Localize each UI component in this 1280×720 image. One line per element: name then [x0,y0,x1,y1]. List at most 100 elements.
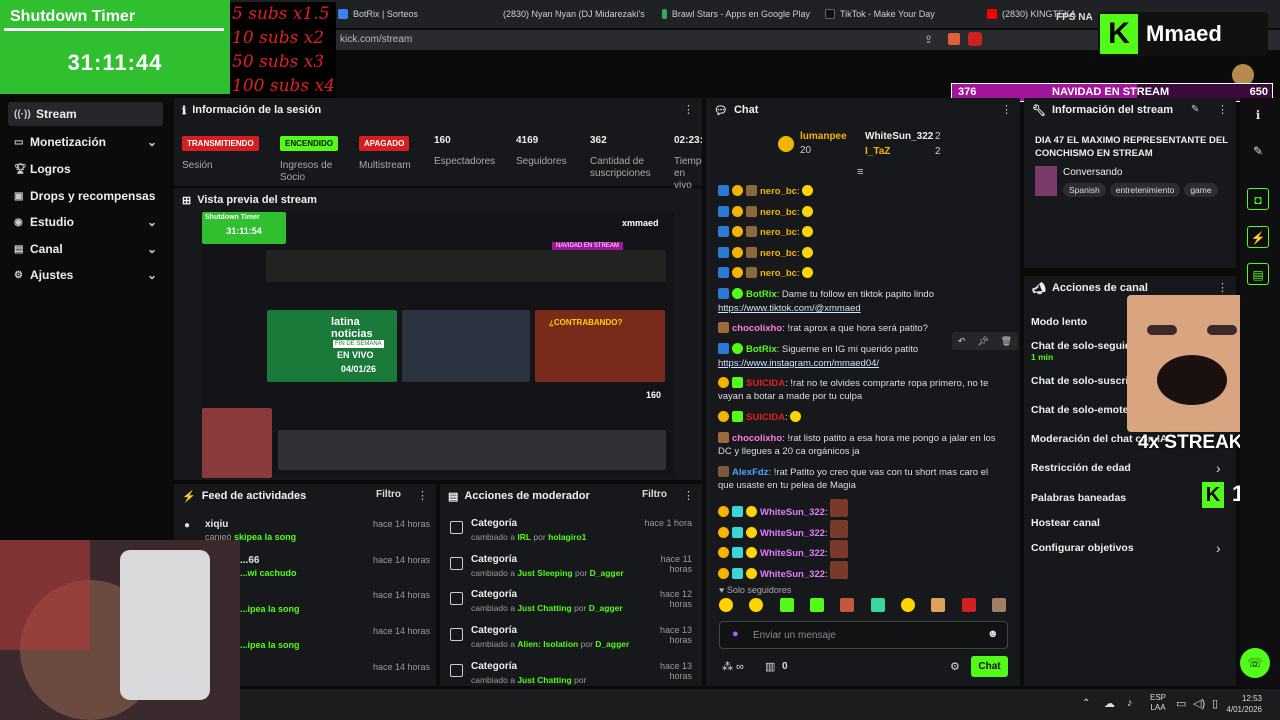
chat-user[interactable]: SUICIDA [746,378,785,389]
chat-link[interactable]: https://www.tiktok.com/@xmmaed [718,302,861,315]
channel-action-row[interactable]: Hostear canal [1031,517,1100,529]
chat-input[interactable]: ● Enviar un mensaje ☻ [719,621,1008,649]
chevron-right-icon[interactable]: › [1216,540,1221,556]
send-chat-button[interactable]: Chat [971,656,1008,677]
share-icon[interactable]: ⇪ [924,33,933,46]
clock[interactable]: 12:53 4/01/2026 [1224,693,1262,715]
bolt-icon[interactable]: ⚡ [1247,226,1269,248]
browser-tab[interactable]: (2830) Nyan Nyan (DJ Midarezaki's r... [498,5,646,23]
chat-user[interactable]: nero_bc [760,227,797,238]
gift-icon[interactable]: ▥ [765,660,775,673]
emote-icon[interactable] [991,598,1006,612]
url-text[interactable]: kick.com/stream [340,34,412,45]
chat-user[interactable]: WhiteSun_322 [760,528,825,539]
pinned-user[interactable]: WhiteSun_322 [865,131,933,142]
camera-icon[interactable]: ◘ [1247,188,1269,210]
chevron-up-icon[interactable]: ⌃ [1082,698,1090,709]
channel-action-row[interactable]: Chat de solo-emotes [1031,404,1134,416]
tag[interactable]: game [1184,183,1218,197]
cloud-icon[interactable]: ☁ [1104,697,1115,710]
channel-action-row[interactable]: Palabras baneadas [1031,492,1126,504]
pin-icon[interactable]: 📌︎ [977,336,988,347]
chat-user[interactable]: WhiteSun_322 [760,548,825,559]
more-options-icon[interactable]: ⋮ [417,489,428,502]
partner-toggle-button[interactable]: ENCENDIDO [280,136,339,151]
chevron-right-icon[interactable]: › [1216,460,1221,476]
chat-settings-icon[interactable]: ⚙ [950,660,960,673]
more-options-icon[interactable]: ⋮ [1001,103,1012,116]
emote-icon[interactable] [870,598,885,612]
clipboard-icon[interactable]: ▤ [1247,263,1269,285]
chat-user[interactable]: nero_bc [760,248,797,259]
channel-action-row[interactable]: Restricción de edad [1031,462,1131,474]
more-options-icon[interactable]: ⋮ [683,489,694,502]
sidebar-item-achievements[interactable]: 🏆︎ Logros [8,157,163,181]
emote-icon[interactable] [779,598,794,612]
expand-icon[interactable]: ≡ [857,166,863,178]
sidebar-item-channel[interactable]: ▤ Canal ⌄ [8,237,163,261]
multistream-toggle-button[interactable]: APAGADO [359,136,410,151]
emote-icon[interactable] [840,598,855,612]
emote-icon[interactable] [749,598,764,612]
mic-icon[interactable]: ♪ [1127,697,1133,709]
browser-tab[interactable]: BotRix | Sorteos [338,5,488,23]
extension-icon[interactable] [968,32,982,46]
reply-icon[interactable]: ↶ [958,336,966,347]
tag[interactable]: entretenimiento [1109,183,1181,197]
emote-icon[interactable] [900,598,915,612]
chat-user[interactable]: nero_bc [760,268,797,279]
infinity-points-icon[interactable]: ⁂ ∞ [722,660,744,673]
browser-tab[interactable]: Brawl Stars - Apps en Google Play [662,5,810,23]
chat-user[interactable]: BotRix [746,344,777,355]
stream-preview[interactable]: Shutdown Timer 31:11:54 latina noticias … [202,212,674,478]
category-name[interactable]: Conversando [1063,167,1122,178]
more-options-icon[interactable]: ⋮ [683,103,694,116]
volume-icon[interactable]: ◁) [1193,697,1205,710]
emoji-icon[interactable]: ☻ [987,628,999,640]
edit-icon[interactable]: ✎ [1191,104,1199,115]
channel-action-row[interactable]: Modo lento [1031,316,1087,328]
delete-icon[interactable]: 🗑︎ [1001,336,1012,347]
more-options-icon[interactable]: ⋮ [1217,281,1228,294]
network-icon[interactable]: ▭ [1176,697,1186,710]
emote-icon[interactable] [719,598,733,612]
emote-icon[interactable] [931,598,946,612]
chat-user[interactable]: SUICIDA [746,412,785,423]
language-indicator[interactable]: ESP LAA [1150,693,1166,713]
sidebar-item-drops[interactable]: ▣ Drops y recompensas [8,184,163,208]
chat-link[interactable]: https://www.instagram.com/mmaed04/ [718,357,879,370]
pinned-user[interactable]: lumanpee [800,131,847,142]
sidebar-item-studio[interactable]: ◉ Estudio ⌄ [8,210,163,234]
channel-action-row[interactable]: Configurar objetivos [1031,542,1134,554]
battery-icon[interactable]: ▯ [1212,697,1218,710]
sidebar-item-settings[interactable]: ⚙ Ajustes ⌄ [8,263,163,287]
sidebar-item-stream[interactable]: ((·)) Stream [8,102,163,126]
chat-user[interactable]: BotRix [746,289,777,300]
tag[interactable]: Spanish [1063,183,1106,197]
brave-shield-icon[interactable] [948,33,960,45]
support-icon[interactable]: ☏ [1240,648,1270,678]
filter-button[interactable]: Filtro [642,489,667,500]
sidebar-item-monetization[interactable]: ▭ Monetización ⌄ [8,130,163,154]
mod-action-user[interactable]: D_agger [595,639,629,649]
chat-user[interactable]: AlexFdz [732,467,768,478]
emote-icon[interactable] [809,598,824,612]
pinned-user[interactable]: I_TaZ [865,146,890,157]
chat-user[interactable]: chocolixho [732,323,782,334]
chat-user[interactable]: nero_bc [760,186,797,197]
mic-icon[interactable]: ● [732,628,739,640]
pencil-icon[interactable]: ✎ [1247,140,1269,162]
chat-user[interactable]: WhiteSun_322 [760,507,825,518]
live-status-button[interactable]: TRANSMITIENDO [182,136,259,151]
browser-tab[interactable]: TikTok - Make Your Day [825,5,975,23]
more-options-icon[interactable]: ⋮ [1217,103,1228,116]
mod-action-user[interactable]: D_agger [590,568,624,578]
chat-user[interactable]: nero_bc [760,207,797,218]
chat-user[interactable]: chocolixho [732,433,782,444]
info-icon[interactable]: ℹ [1247,104,1269,126]
chat-user[interactable]: WhiteSun_322 [760,569,825,580]
mod-action-user[interactable]: D_agger [589,603,623,613]
filter-button[interactable]: Filtro [376,489,401,500]
mod-action-user[interactable]: holagiro1 [548,532,586,542]
emote-icon[interactable] [961,598,976,612]
